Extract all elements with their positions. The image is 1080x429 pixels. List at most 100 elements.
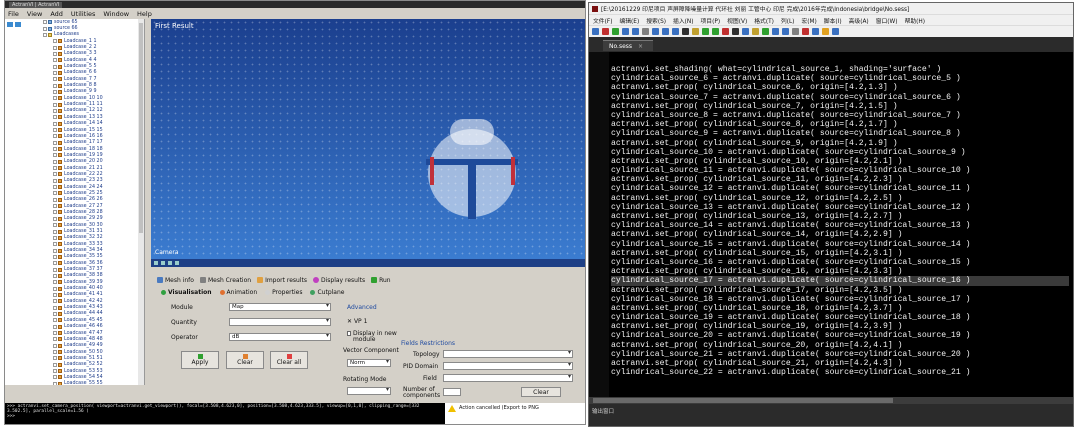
- tab-import-results[interactable]: Import results: [257, 277, 307, 284]
- expand-icon[interactable]: [53, 235, 57, 240]
- editor-menu-item[interactable]: 视图(V): [727, 16, 747, 25]
- expand-icon[interactable]: [53, 197, 57, 202]
- code-line[interactable]: actranvi.set_prop( cylindrical_source_15…: [611, 249, 1069, 258]
- expand-icon[interactable]: [53, 191, 57, 196]
- toolbar-icon[interactable]: [802, 28, 809, 35]
- code-line[interactable]: cylindrical_source_6 = actranvi.duplicat…: [611, 74, 1069, 83]
- expand-icon[interactable]: [53, 108, 57, 113]
- expand-icon[interactable]: [53, 140, 57, 145]
- editor-menu-item[interactable]: 编辑(E): [619, 16, 639, 25]
- code-line[interactable]: actranvi.set_prop( cylindrical_source_7,…: [611, 102, 1069, 111]
- expand-icon[interactable]: [53, 39, 57, 44]
- model-tree[interactable]: source 65 source 66 Loadcases Loadcase_1 1L…: [5, 19, 145, 385]
- code-editor[interactable]: actranvi.set_shading( what=cylindrical_s…: [589, 52, 1073, 397]
- expand-icon[interactable]: [53, 64, 57, 69]
- toolbar-icon[interactable]: [702, 28, 709, 35]
- expand-icon[interactable]: [43, 26, 47, 31]
- menu-file[interactable]: File: [8, 10, 19, 18]
- editor-menu-item[interactable]: 文件(F): [593, 16, 612, 25]
- toolbar-icon[interactable]: [732, 28, 739, 35]
- code-line[interactable]: actranvi.set_prop( cylindrical_source_9,…: [611, 139, 1069, 148]
- toolbar-icon[interactable]: [722, 28, 729, 35]
- tree-item[interactable]: Loadcase_55 55: [43, 381, 138, 385]
- toolbar-icon[interactable]: [792, 28, 799, 35]
- expand-icon[interactable]: [53, 375, 57, 380]
- toolbar-icon[interactable]: [642, 28, 649, 35]
- expand-icon[interactable]: [53, 337, 57, 342]
- toolbar-icon[interactable]: [682, 28, 689, 35]
- code-line[interactable]: cylindrical_source_21 = actranvi.duplica…: [611, 350, 1069, 359]
- editor-hscrollbar-thumb[interactable]: [593, 398, 893, 403]
- code-line[interactable]: actranvi.set_shading( what=cylindrical_s…: [611, 65, 1069, 74]
- toolbar-icon[interactable]: [652, 28, 659, 35]
- expand-icon[interactable]: [53, 172, 57, 177]
- code-line[interactable]: actranvi.set_prop( cylindrical_source_6,…: [611, 83, 1069, 92]
- code-line[interactable]: actranvi.set_prop( cylindrical_source_17…: [611, 286, 1069, 295]
- code-line[interactable]: actranvi.set_prop( cylindrical_source_16…: [611, 267, 1069, 276]
- expand-icon[interactable]: [53, 292, 57, 297]
- expand-icon[interactable]: [53, 89, 57, 94]
- expand-icon[interactable]: [53, 248, 57, 253]
- expand-icon[interactable]: [53, 331, 57, 336]
- expand-icon[interactable]: [53, 210, 57, 215]
- toolbar-icon[interactable]: [762, 28, 769, 35]
- 3d-viewport[interactable]: First Result Camera: [151, 19, 585, 259]
- expand-icon[interactable]: [53, 185, 57, 190]
- code-line[interactable]: cylindrical_source_19 = actranvi.duplica…: [611, 313, 1069, 322]
- expand-icon[interactable]: [53, 58, 57, 63]
- expand-icon[interactable]: [53, 356, 57, 361]
- tab-cutplane[interactable]: Cutplane: [310, 289, 344, 296]
- pid-domain-select[interactable]: [443, 362, 573, 370]
- editor-menu-item[interactable]: 插入(N): [673, 16, 693, 25]
- expand-icon[interactable]: [43, 32, 47, 37]
- menu-utilities[interactable]: Utilities: [71, 10, 95, 18]
- editor-menu-item[interactable]: 脚本(I): [824, 16, 842, 25]
- code-line[interactable]: cylindrical_source_8 = actranvi.duplicat…: [611, 111, 1069, 120]
- expand-icon[interactable]: [53, 324, 57, 329]
- operator-select[interactable]: dB: [229, 333, 331, 341]
- tree-scrollbar[interactable]: [138, 19, 144, 385]
- menu-help[interactable]: Help: [137, 10, 152, 18]
- editor-menu-item[interactable]: 列(L): [781, 16, 795, 25]
- expand-icon[interactable]: [53, 153, 57, 158]
- code-line[interactable]: cylindrical_source_14 = actranvi.duplica…: [611, 221, 1069, 230]
- toolbar-icon[interactable]: [782, 28, 789, 35]
- expand-icon[interactable]: [53, 159, 57, 164]
- code-line[interactable]: actranvi.set_prop( cylindrical_source_13…: [611, 212, 1069, 221]
- code-line[interactable]: actranvi.set_prop( cylindrical_source_10…: [611, 157, 1069, 166]
- expand-icon[interactable]: [53, 273, 57, 278]
- toolbar-icon[interactable]: [832, 28, 839, 35]
- expand-icon[interactable]: [53, 134, 57, 139]
- toolbar-icon[interactable]: [672, 28, 679, 35]
- tab-visualisation[interactable]: Visualisation: [161, 289, 212, 296]
- file-tab[interactable]: No.sess ×: [603, 40, 654, 51]
- expand-icon[interactable]: [53, 178, 57, 183]
- code-line[interactable]: actranvi.set_prop( cylindrical_source_11…: [611, 175, 1069, 184]
- rotating-mode-select[interactable]: [347, 387, 391, 395]
- toolbar-icon[interactable]: [602, 28, 609, 35]
- expand-icon[interactable]: [53, 362, 57, 367]
- expand-icon[interactable]: [53, 121, 57, 126]
- toolbar-icon[interactable]: [822, 28, 829, 35]
- code-line[interactable]: actranvi.set_prop( cylindrical_source_19…: [611, 322, 1069, 331]
- expand-icon[interactable]: [53, 51, 57, 56]
- expand-icon[interactable]: [53, 299, 57, 304]
- toolbar-icon[interactable]: [662, 28, 669, 35]
- expand-icon[interactable]: [53, 216, 57, 221]
- editor-menu-item[interactable]: 帮助(H): [905, 16, 925, 25]
- menu-add[interactable]: Add: [50, 10, 63, 18]
- expand-icon[interactable]: [53, 267, 57, 272]
- expand-icon[interactable]: [53, 128, 57, 133]
- code-line[interactable]: cylindrical_source_11 = actranvi.duplica…: [611, 166, 1069, 175]
- menu-view[interactable]: View: [27, 10, 42, 18]
- toolbar-icon[interactable]: [692, 28, 699, 35]
- expand-icon[interactable]: [53, 254, 57, 259]
- clear-fields-button[interactable]: Clear: [521, 387, 561, 397]
- expand-icon[interactable]: [43, 20, 47, 25]
- code-line[interactable]: cylindrical_source_17 = actranvi.duplica…: [611, 276, 1069, 286]
- expand-icon[interactable]: [53, 242, 57, 247]
- number-of-components-input[interactable]: [443, 388, 461, 396]
- code-line[interactable]: actranvi.set_prop( cylindrical_source_12…: [611, 194, 1069, 203]
- expand-icon[interactable]: [53, 350, 57, 355]
- code-line[interactable]: cylindrical_source_15 = actranvi.duplica…: [611, 240, 1069, 249]
